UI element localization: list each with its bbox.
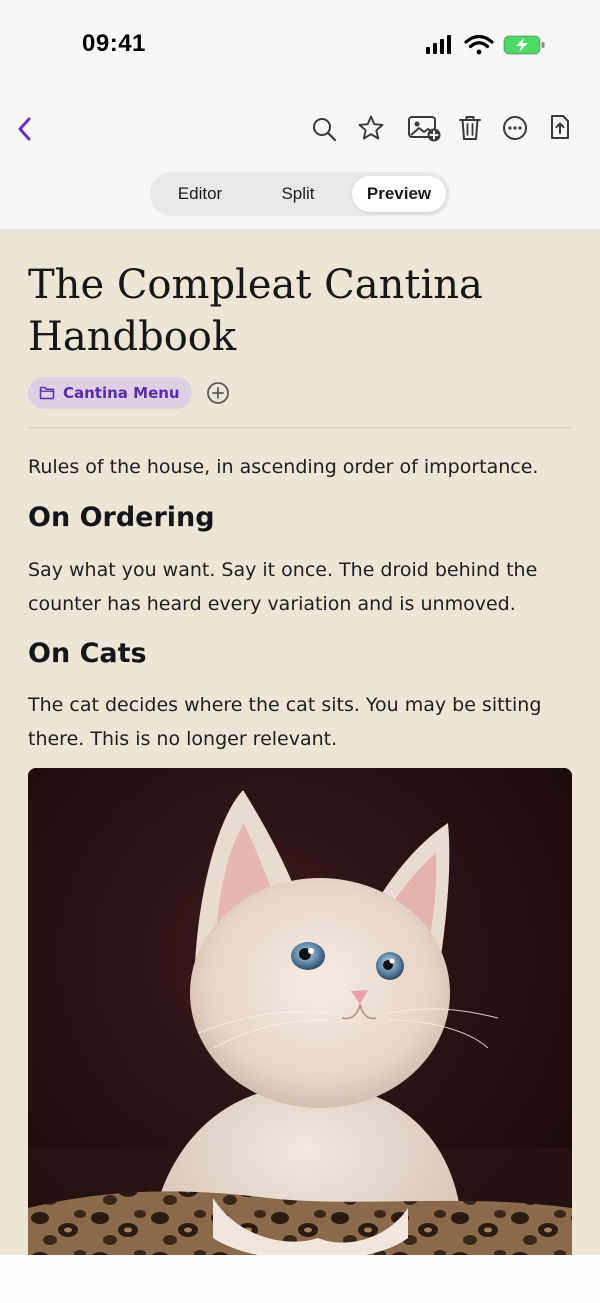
tag-row: Cantina Menu: [28, 377, 230, 409]
search-icon: [313, 118, 337, 142]
wifi-icon: [464, 34, 494, 55]
add-image-button[interactable]: [406, 113, 442, 143]
chevron-left-icon: [18, 117, 31, 141]
status-time: 09:41: [82, 30, 146, 57]
bottom-area: [0, 1255, 600, 1303]
view-mode-preview[interactable]: Preview: [352, 176, 446, 212]
kitten-photo[interactable]: [28, 768, 572, 1303]
more-button[interactable]: [501, 114, 529, 142]
add-tag-icon[interactable]: [206, 381, 230, 405]
intro-paragraph: Rules of the house, in ascending order o…: [28, 456, 539, 478]
section-heading-ordering: On Ordering: [28, 502, 215, 533]
favorite-button[interactable]: [356, 113, 386, 143]
note-title: The Compleat Cantina Handbook: [28, 262, 483, 360]
folder-tag[interactable]: Cantina Menu: [28, 377, 192, 409]
share-icon: [551, 115, 569, 139]
view-mode-split[interactable]: Split: [250, 176, 346, 212]
add-image-icon: [408, 116, 441, 142]
folder-tag-label: Cantina Menu: [63, 384, 180, 402]
trash-icon: [459, 116, 481, 140]
kitten-image: [28, 768, 572, 1303]
more-icon: [503, 116, 527, 140]
battery-charging-icon: [503, 35, 545, 55]
section-body-ordering: Say what you want. Say it once. The droi…: [28, 559, 538, 615]
search-button[interactable]: [309, 114, 339, 144]
folder-icon: [39, 386, 55, 400]
section-body-cats: The cat decides where the cat sits. You …: [28, 694, 542, 750]
back-button[interactable]: [12, 114, 38, 144]
note-preview: The Compleat Cantina Handbook Cantina Me…: [0, 231, 600, 1303]
title-divider: [28, 427, 572, 428]
view-mode-editor[interactable]: Editor: [154, 176, 246, 212]
cellular-signal-icon: [426, 35, 451, 54]
note-toolbar: Editor Split Preview: [0, 90, 600, 230]
status-icons: [426, 34, 545, 55]
share-button[interactable]: [548, 112, 572, 142]
delete-button[interactable]: [456, 112, 484, 144]
view-mode-control: Editor Split Preview: [150, 172, 450, 216]
status-bar: 09:41: [0, 0, 600, 90]
star-icon: [358, 115, 384, 140]
section-heading-cats: On Cats: [28, 638, 147, 669]
